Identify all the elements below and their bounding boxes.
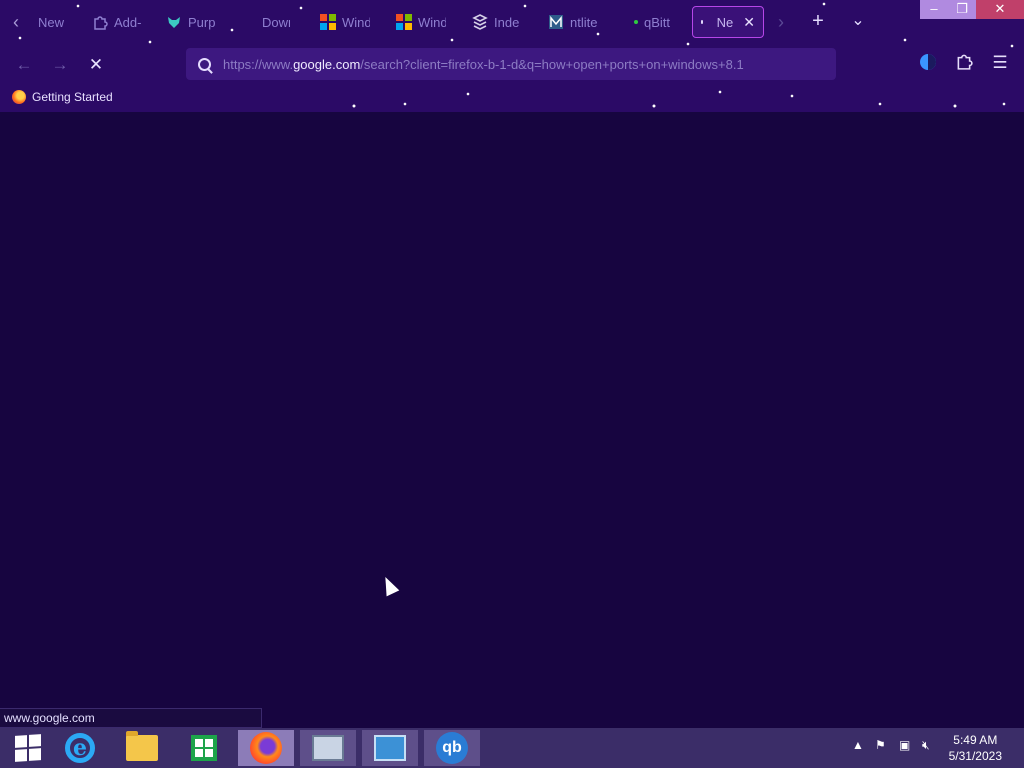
tab-purple-theme[interactable]: Purpl xyxy=(166,6,216,38)
qbittorrent-icon: qb xyxy=(436,732,468,764)
page-content xyxy=(0,112,1024,728)
browser-chrome: ‹ New Add- Purpl Down Wind Wind Inde xyxy=(0,0,1024,112)
navigation-toolbar: ← → ✕ https://www.google.com/search?clie… xyxy=(0,44,1024,84)
url-text[interactable]: https://www.google.com/search?client=fir… xyxy=(223,57,744,72)
clock-time: 5:49 AM xyxy=(953,733,998,747)
tab-windows-1[interactable]: Wind xyxy=(320,6,370,38)
clock-date: 5/31/2023 xyxy=(948,749,1002,763)
tab-label: New xyxy=(38,14,65,30)
tab-label: ntlite xyxy=(570,14,598,30)
system-clock[interactable]: 5:49 AM 5/31/2023 xyxy=(949,732,1002,764)
close-window-icon[interactable]: ✕ xyxy=(976,0,1024,19)
forward-arrow-icon[interactable]: → xyxy=(49,54,71,76)
bookmark-label: Getting Started xyxy=(32,90,113,104)
tab-active[interactable]: Ne ✕ xyxy=(692,6,764,38)
taskbar-control-panel[interactable] xyxy=(362,730,418,766)
taskbar: e qb ▲ ⚑ ▣ 🔇︎ 5:49 AM 5/31/2023 xyxy=(0,728,1024,768)
loading-dot-icon xyxy=(701,20,703,24)
extensions-icon[interactable] xyxy=(953,52,975,74)
taskbar-file-explorer[interactable] xyxy=(114,730,170,766)
restore-icon[interactable]: ❐ xyxy=(948,0,976,19)
bookmark-getting-started[interactable]: Getting Started xyxy=(12,90,113,104)
tab-index[interactable]: Inde xyxy=(472,6,522,38)
url-bar[interactable]: https://www.google.com/search?client=fir… xyxy=(186,48,836,80)
fox-extension-icon xyxy=(168,17,180,28)
store-icon xyxy=(191,735,217,761)
folder-icon xyxy=(126,731,158,761)
firefox-icon xyxy=(250,732,282,764)
control-panel-icon xyxy=(374,735,406,761)
taskbar-qbittorrent[interactable]: qb xyxy=(424,730,480,766)
status-link-preview: www.google.com xyxy=(0,708,262,728)
tab-strip: ‹ New Add- Purpl Down Wind Wind Inde xyxy=(0,0,1024,44)
tab-scroll-right-icon[interactable]: › xyxy=(770,10,792,34)
tab-label: Inde xyxy=(494,14,520,30)
tab-label: Purpl xyxy=(188,14,216,30)
tab-label: Wind xyxy=(342,14,370,30)
tab-windows-2[interactable]: Wind xyxy=(396,6,446,38)
tab-add-ons[interactable]: Add- xyxy=(92,6,142,38)
tab-label: Down xyxy=(262,14,290,30)
windows-start-icon xyxy=(15,734,41,762)
minimize-icon[interactable]: – xyxy=(920,0,948,19)
new-tab-button[interactable]: + xyxy=(806,10,830,34)
close-tab-icon[interactable]: ✕ xyxy=(743,14,755,31)
stop-loading-icon[interactable]: ✕ xyxy=(85,54,107,76)
tab-ntlite[interactable]: ntlite xyxy=(548,6,604,38)
volume-muted-icon[interactable]: 🔇︎ xyxy=(922,738,930,753)
list-all-tabs-button[interactable]: ⌄ xyxy=(846,10,870,34)
firefox-icon xyxy=(12,90,26,104)
account-icon[interactable] xyxy=(917,52,939,74)
tab-downloads[interactable]: Down xyxy=(262,6,290,38)
show-hidden-icons-icon[interactable]: ▲ xyxy=(852,738,864,752)
tab-qbittorrent[interactable]: qBitt xyxy=(634,6,672,38)
internet-explorer-icon: e xyxy=(65,733,95,763)
start-button[interactable] xyxy=(0,730,56,766)
tab-scroll-left-icon[interactable]: ‹ xyxy=(5,10,27,34)
taskbar-firefox[interactable] xyxy=(238,730,294,766)
computer-icon xyxy=(312,735,344,761)
bookmarks-toolbar: Getting Started xyxy=(0,86,1024,112)
qbittorrent-icon xyxy=(634,20,638,24)
taskbar-this-pc[interactable] xyxy=(300,730,356,766)
search-icon xyxy=(198,57,211,71)
taskbar-store[interactable] xyxy=(176,730,232,766)
windows-logo-icon xyxy=(396,14,412,30)
tab-label: Wind xyxy=(418,14,446,30)
tab-label: Add- xyxy=(114,14,142,30)
tab-new-tab[interactable]: New xyxy=(38,6,66,38)
windows-logo-icon xyxy=(320,14,336,30)
network-icon[interactable]: ▣ xyxy=(899,738,910,752)
tab-label: qBitt xyxy=(644,14,671,30)
action-center-flag-icon[interactable]: ⚑ xyxy=(875,738,886,752)
menu-hamburger-icon[interactable]: ☰ xyxy=(989,52,1011,74)
back-arrow-icon[interactable]: ← xyxy=(13,54,35,76)
tab-label: Ne xyxy=(716,14,734,30)
ntlite-icon xyxy=(549,15,563,29)
taskbar-internet-explorer[interactable]: e xyxy=(52,730,108,766)
puzzle-icon xyxy=(94,16,108,30)
index-icon xyxy=(472,14,488,30)
